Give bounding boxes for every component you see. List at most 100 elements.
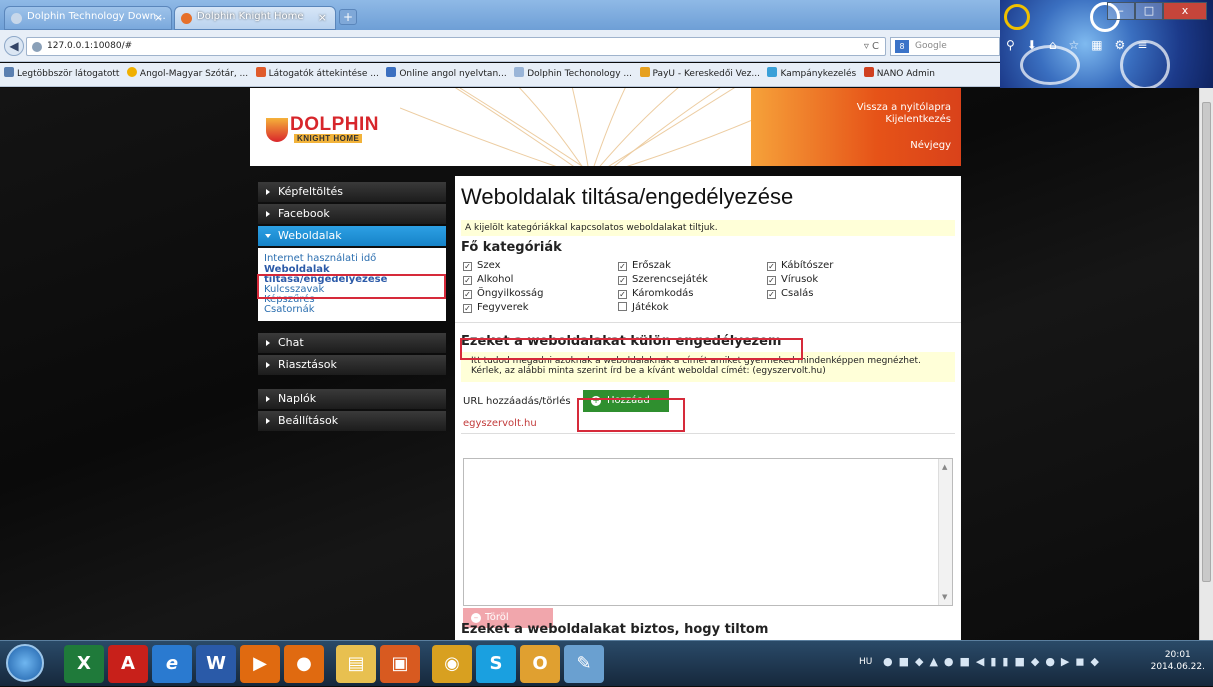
taskbar-word-icon[interactable]: W (196, 645, 236, 683)
scroll-down-icon[interactable]: ▼ (942, 593, 947, 601)
category-checkbox[interactable]: ✓ Alkohol (463, 274, 513, 285)
tab-dolphin-knight-home[interactable]: Dolphin Knight Home × (174, 6, 336, 30)
browser-theme-decoration: – □ x ⚲⬇⌂☆▦⚙≡ (1000, 0, 1213, 88)
tab-favicon-icon (11, 13, 22, 24)
submenu-item-internet-usage[interactable]: Internet használati idő (264, 254, 446, 264)
taskbar-paint-icon[interactable]: ✎ (564, 645, 604, 683)
logo-name: DOLPHIN (290, 114, 379, 135)
bookmark-icon (4, 67, 14, 77)
taskbar-media-player-icon[interactable]: ▶ (240, 645, 280, 683)
submenu-item-channels[interactable]: Csatornák (264, 305, 446, 315)
bookmark-item[interactable]: Látogatók áttekintése ... (255, 63, 379, 85)
category-checkbox[interactable]: ✓ Szerencsejáték (618, 274, 708, 285)
category-checkbox[interactable]: Játékok (618, 302, 669, 313)
allowed-urls-textarea[interactable]: ▲ ▼ (463, 458, 953, 606)
sidebar-item-facebook[interactable]: Facebook (258, 204, 446, 224)
checkbox-checked-icon[interactable]: ✓ (767, 290, 776, 299)
checkbox-checked-icon[interactable]: ✓ (618, 290, 627, 299)
checkbox-checked-icon[interactable]: ✓ (463, 262, 472, 271)
scroll-up-icon[interactable]: ▲ (942, 463, 947, 471)
bookmark-icon (514, 67, 525, 77)
bookmark-item[interactable]: Angol-Magyar Szótár, ... (126, 63, 248, 85)
taskbar-firefox-icon[interactable]: ● (284, 645, 324, 683)
dolphin-logo[interactable]: DOLPHIN KNIGHT HOME (266, 114, 406, 154)
taskbar-skype-icon[interactable]: S (476, 645, 516, 683)
tray-icons[interactable]: ●■◆▲●■◀▮▮■◆●▶◼◆ (883, 655, 1105, 668)
sidebar-item-kepfeltoltes[interactable]: Képfeltöltés (258, 182, 446, 202)
checkbox-checked-icon[interactable]: ✓ (767, 276, 776, 285)
scrollbar-thumb[interactable] (1202, 102, 1211, 582)
checkbox-checked-icon[interactable]: ✓ (463, 304, 472, 313)
url-input[interactable]: egyszervolt.hu (461, 416, 955, 434)
category-checkbox[interactable]: ✓ Öngyilkosság (463, 288, 543, 299)
category-checkbox[interactable]: ✓ Káromkodás (618, 288, 694, 299)
taskbar-app-icon[interactable]: ▣ (380, 645, 420, 683)
sidebar-item-chat[interactable]: Chat (258, 333, 446, 353)
reload-icon[interactable]: ▿ C (864, 38, 879, 55)
taskbar-chrome-icon[interactable]: ◉ (432, 645, 472, 683)
taskbar-internet-explorer-icon[interactable]: e (152, 645, 192, 683)
new-tab-button[interactable]: + (339, 9, 357, 25)
sidebar-item-riasztasok[interactable]: Riasztások (258, 355, 446, 375)
category-checkbox[interactable]: ✓ Erőszak (618, 260, 671, 271)
checkbox-checked-icon[interactable]: ✓ (618, 276, 627, 285)
taskbar-app-icon[interactable]: O (520, 645, 560, 683)
bookmark-item[interactable]: Legtöbbször látogatott (4, 63, 119, 85)
about-link[interactable]: Névjegy (910, 140, 951, 151)
taskbar-excel-icon[interactable]: X (64, 645, 104, 683)
search-input[interactable]: 8 Google (890, 37, 1000, 56)
taskbar-file-explorer-icon[interactable]: ▤ (336, 645, 376, 683)
bookmark-item[interactable]: PayU - Kereskedői Vez... (639, 63, 760, 85)
sidebar: Képfeltöltés Facebook Weboldalak Interne… (258, 182, 446, 433)
start-button[interactable] (6, 644, 44, 682)
clock-date: 2014.06.22. (1150, 662, 1205, 672)
page-scrollbar[interactable] (1199, 88, 1213, 640)
bookmark-icon (126, 67, 137, 77)
site-header: DOLPHIN KNIGHT HOME Vissza a nyitólapra … (250, 88, 961, 166)
clock[interactable]: 20:01 2014.06.22. (1151, 649, 1205, 673)
back-button[interactable]: ◀ (4, 36, 24, 56)
category-checkbox[interactable]: ✓ Vírusok (767, 274, 818, 285)
checkbox-checked-icon[interactable]: ✓ (618, 262, 627, 271)
category-checkbox[interactable]: ✓ Szex (463, 260, 501, 271)
sidebar-item-naplok[interactable]: Naplók (258, 389, 446, 409)
language-indicator[interactable]: HU (859, 657, 872, 667)
maximize-button[interactable]: □ (1135, 2, 1163, 20)
sidebar-item-weboldalak[interactable]: Weboldalak (258, 226, 446, 246)
tab-dolphin-technology-download[interactable]: Dolphin Technology Down... × (4, 6, 172, 30)
logout-link[interactable]: Kijelentkezés (885, 114, 951, 125)
checkbox-checked-icon[interactable]: ✓ (767, 262, 776, 271)
bookmark-item[interactable]: Dolphin Techonology ... (514, 63, 632, 85)
annotation-highlight (460, 338, 803, 360)
textarea-scrollbar[interactable]: ▲ ▼ (938, 459, 952, 605)
back-to-home-link[interactable]: Vissza a nyitólapra (857, 102, 951, 113)
category-checkbox[interactable]: ✓ Kábítószer (767, 260, 833, 271)
close-window-button[interactable]: x (1163, 2, 1207, 20)
tab-close-icon[interactable]: × (318, 11, 327, 24)
sidebar-item-beallitasok[interactable]: Beállítások (258, 411, 446, 431)
bookmark-icon (639, 67, 650, 77)
toolbar-icons[interactable]: ⚲⬇⌂☆▦⚙≡ (1006, 38, 1159, 52)
clock-time: 20:01 (1164, 650, 1191, 660)
globe-icon (32, 42, 42, 52)
minimize-button[interactable]: – (1107, 2, 1135, 20)
tab-close-icon[interactable]: × (154, 11, 163, 24)
checkbox-checked-icon[interactable]: ✓ (463, 290, 472, 299)
shield-icon (266, 118, 288, 142)
checkbox-checked-icon[interactable]: ✓ (463, 276, 472, 285)
bookmark-item[interactable]: Online angol nyelvtan... (386, 63, 507, 85)
annotation-highlight (577, 398, 685, 432)
main-content: Weboldalak tiltása/engedélyezése A kijel… (455, 176, 961, 640)
windows-taskbar: X A e W ▶ ● ▤ ▣ ◉ S O ✎ HU ●■◆▲●■◀▮▮■◆●▶… (0, 640, 1213, 686)
category-notice: A kijelölt kategóriákkal kapcsolatos web… (461, 220, 955, 236)
taskbar-acrobat-icon[interactable]: A (108, 645, 148, 683)
address-bar[interactable]: 127.0.0.1:10080/# ▿ C (26, 37, 886, 56)
category-checkbox[interactable]: ✓ Fegyverek (463, 302, 529, 313)
bookmarks-bar: Legtöbbször látogatott Angol-Magyar Szót… (0, 63, 1000, 87)
bookmark-item[interactable]: Kampánykezelés (767, 63, 856, 85)
block-section-heading: Ezeket a weboldalakat biztos, hogy tilto… (461, 622, 769, 637)
address-bar-url: 127.0.0.1:10080/# (47, 41, 133, 51)
checkbox-unchecked-icon[interactable] (618, 302, 627, 311)
bookmark-item[interactable]: NANO Admin (863, 63, 935, 85)
category-checkbox[interactable]: ✓ Csalás (767, 288, 813, 299)
